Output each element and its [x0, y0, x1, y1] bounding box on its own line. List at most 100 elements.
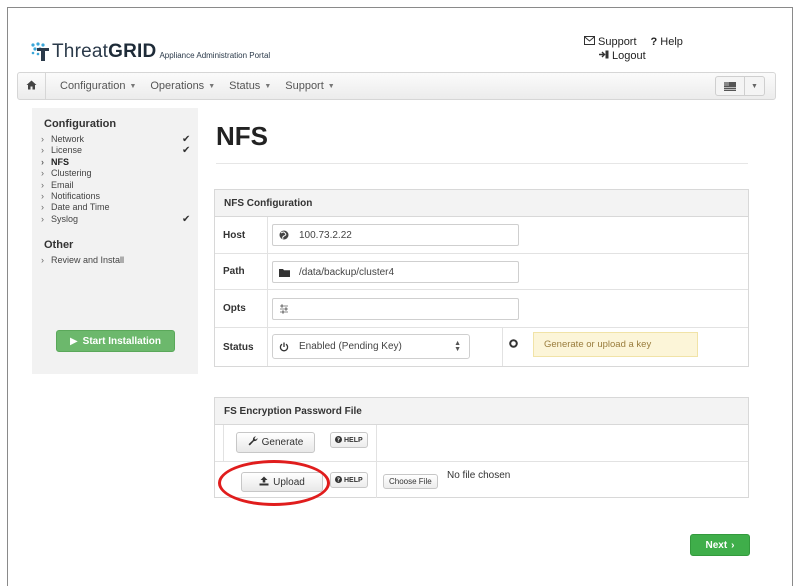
opts-label: Opts — [223, 303, 246, 314]
status-select[interactable]: Enabled (Pending Key) ▲ ▼ — [272, 334, 470, 359]
sidebar-item-network[interactable]: › Network ✔ — [41, 134, 198, 145]
generate-help-button[interactable]: ? HELP — [330, 432, 368, 448]
nav-configuration[interactable]: Configuration ▼ — [60, 80, 136, 92]
check-icon: ✔ — [182, 134, 191, 145]
sidebar-item-label: Notifications — [51, 190, 101, 201]
check-icon: ✔ — [182, 145, 191, 157]
sidebar-item-nfs[interactable]: › NFS — [41, 157, 198, 168]
sidebar-configuration-heading: Configuration — [44, 118, 117, 130]
help-link[interactable]: ? Help — [651, 36, 683, 48]
row-divider — [502, 328, 503, 366]
choose-file-button[interactable]: Choose File — [383, 474, 438, 489]
sidebar-item-label: Network — [51, 134, 85, 144]
sidebar-item-clustering[interactable]: › Clustering — [41, 168, 198, 179]
help-label: HELP — [344, 476, 363, 484]
sidebar-item-notifications[interactable]: › Notifications — [41, 191, 198, 202]
flag-icon[interactable] — [715, 76, 745, 96]
sidebar-item-license[interactable]: › License ✔ — [41, 145, 198, 156]
opts-input[interactable] — [272, 298, 519, 320]
opts-row: Opts — [215, 290, 748, 328]
caret-down-icon: ▼ — [327, 82, 335, 90]
support-link-label: Support — [598, 36, 637, 48]
sidebar-item-date-and-time[interactable]: › Date and Time — [41, 202, 198, 213]
envelope-icon — [584, 36, 595, 48]
title-divider — [216, 163, 748, 164]
file-status-text: No file chosen — [447, 470, 511, 481]
home-icon — [26, 80, 37, 93]
caret-down-icon: ▼ — [208, 82, 216, 90]
logout-link-label: Logout — [612, 50, 646, 62]
nav-status-label: Status — [229, 80, 261, 92]
host-input[interactable]: 100.73.2.22 — [272, 224, 519, 246]
host-row: Host 100.73.2.22 — [215, 217, 748, 254]
help-label: HELP — [344, 436, 363, 444]
chevron-right-icon: › — [731, 539, 735, 551]
path-input-value: /data/backup/cluster4 — [299, 266, 395, 278]
logout-link[interactable]: Logout — [599, 50, 646, 62]
caret-down-icon[interactable]: ▼ — [745, 76, 765, 96]
page-title: NFS — [216, 121, 268, 151]
start-installation-label: Start Installation — [82, 335, 162, 347]
check-icon: ✔ — [182, 213, 191, 225]
caret-down-icon: ▼ — [129, 82, 137, 90]
help-link-label: Help — [660, 36, 683, 48]
sidebar-item-label: Clustering — [51, 168, 92, 179]
path-row: Path /data/backup/cluster4 — [215, 254, 748, 290]
sidebar-item-review-and-install[interactable]: › Review and Install — [41, 255, 198, 266]
next-button[interactable]: Next › — [690, 534, 750, 556]
row-divider — [223, 425, 224, 461]
nav-operations[interactable]: Operations ▼ — [150, 80, 215, 92]
sidebar-item-label: Syslog — [51, 213, 79, 224]
upload-help-button[interactable]: ? HELP — [330, 472, 368, 488]
caret-down-icon: ▼ — [264, 82, 272, 90]
sidebar-item-syslog[interactable]: › Syslog ✔ — [41, 214, 198, 225]
row-divider — [267, 254, 268, 289]
sidebar-configuration-list: › Network ✔ › License ✔ › NFS › Clustering › Em… — [41, 134, 198, 225]
host-input-value: 100.73.2.22 — [299, 229, 352, 241]
choose-file-label: Choose File — [389, 477, 432, 486]
question-circle-icon: ? — [335, 475, 342, 485]
next-button-label: Next — [705, 539, 728, 551]
chevron-right-icon: › — [41, 190, 44, 201]
row-divider — [267, 217, 268, 253]
logout-icon — [599, 50, 609, 62]
main-navbar: Configuration ▼ Operations ▼ Status ▼ Suppo… — [17, 72, 776, 100]
start-installation-button[interactable]: ▶ Start Installation — [56, 330, 175, 352]
nav-support[interactable]: Support ▼ — [285, 80, 334, 92]
path-label: Path — [223, 266, 245, 277]
sidebar-item-email[interactable]: › Email — [41, 180, 198, 191]
wizard-sidebar: Configuration › Network ✔ › License ✔ › NFS ›… — [32, 108, 198, 374]
question-circle-icon: ? — [335, 435, 342, 445]
row-divider — [376, 462, 377, 498]
highlight-oval — [218, 460, 330, 506]
chevron-right-icon: › — [41, 202, 44, 213]
question-icon: ? — [650, 36, 658, 48]
threatgrid-logo-icon — [30, 40, 50, 62]
nfs-configuration-panel: NFS Configuration Host 100.73.2.22 Path … — [214, 189, 749, 367]
home-button[interactable] — [18, 73, 46, 99]
logo-subtitle: Appliance Administration Portal — [159, 51, 271, 60]
svg-text:?: ? — [337, 437, 340, 442]
row-divider — [376, 425, 377, 461]
host-label: Host — [223, 229, 246, 241]
sidebar-item-label: Email — [51, 179, 74, 190]
chevron-right-icon: › — [41, 134, 44, 144]
circle-icon — [509, 339, 518, 351]
path-input[interactable]: /data/backup/cluster4 — [272, 261, 519, 283]
chevron-right-icon: › — [41, 156, 44, 167]
nfs-configuration-heading: NFS Configuration — [215, 190, 748, 217]
sidebar-other-heading: Other — [44, 239, 74, 252]
nav-support-label: Support — [285, 80, 324, 92]
generate-button[interactable]: Generate — [236, 432, 315, 453]
folder-icon — [273, 262, 295, 282]
sidebar-item-label: Review and Install — [51, 255, 125, 266]
logo-grid: GRID — [108, 41, 157, 62]
status-label: Status — [223, 341, 254, 353]
play-icon: ▶ — [69, 335, 78, 347]
nav-status[interactable]: Status ▼ — [229, 80, 271, 92]
support-link[interactable]: Support — [584, 36, 637, 48]
sliders-icon — [273, 299, 295, 319]
power-icon — [273, 335, 295, 358]
language-selector[interactable]: ▼ — [715, 76, 765, 96]
globe-icon — [273, 225, 295, 245]
